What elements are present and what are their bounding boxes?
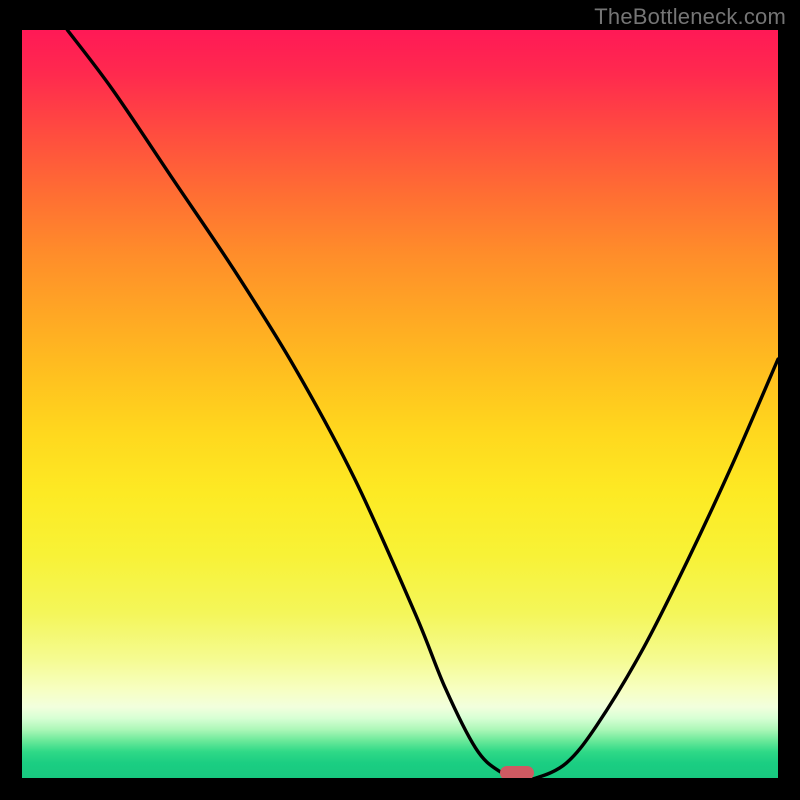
- optimal-marker: [500, 766, 534, 778]
- heat-gradient: [22, 30, 778, 778]
- plot-area: [22, 30, 778, 778]
- watermark-text: TheBottleneck.com: [594, 4, 786, 30]
- chart-frame: TheBottleneck.com: [0, 0, 800, 800]
